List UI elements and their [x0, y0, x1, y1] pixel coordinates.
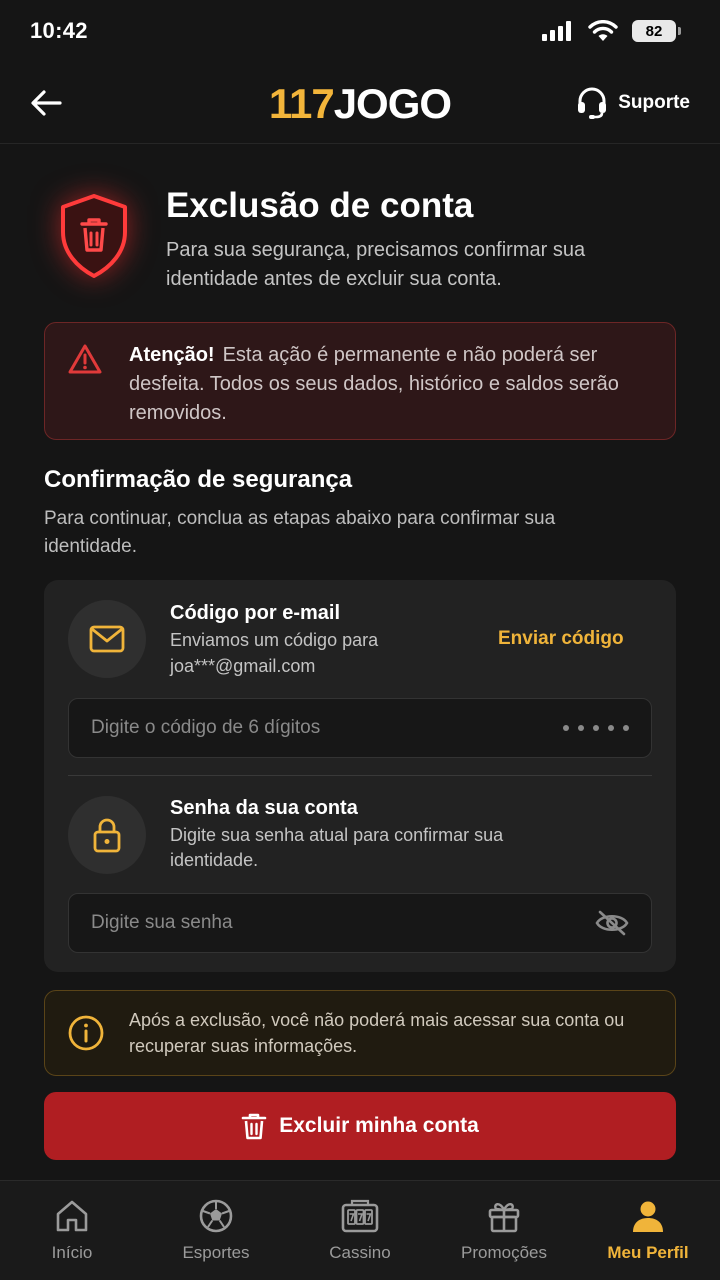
gift-icon — [488, 1203, 520, 1233]
logo-number: 117 — [268, 80, 335, 127]
support-button[interactable]: Suporte — [576, 86, 690, 120]
back-button[interactable] — [30, 83, 70, 123]
app-header: 117JOGO Suporte — [0, 62, 720, 144]
bottom-tab-bar: Início Esportes Cassino Promoções Meu Pe… — [0, 1180, 720, 1280]
page-title: Exclusão de conta — [166, 186, 474, 225]
soccer-ball-icon — [199, 1199, 233, 1233]
tab-esportes[interactable]: Esportes — [144, 1181, 288, 1280]
battery-indicator: 82 — [632, 20, 681, 42]
warning-banner: Atenção! Esta ação é permanente e não pod… — [44, 322, 676, 440]
battery-level: 82 — [645, 22, 663, 40]
info-banner: Após a exclusão, você não poderá mais ac… — [44, 990, 676, 1076]
password-input[interactable]: Digite sua senha — [68, 893, 652, 953]
logo-text: JOGO — [333, 80, 452, 127]
tab-label-cassino: Cassino — [329, 1243, 391, 1262]
email-step-line1: Enviamos um código para — [170, 630, 379, 650]
section-title: Confirmação de segurança — [44, 466, 353, 493]
card-divider — [68, 775, 652, 776]
password-input-placeholder: Digite sua senha — [91, 912, 233, 933]
warning-text: Atenção! Esta ação é permanente e não pod… — [129, 341, 649, 439]
email-step-title: Código por e-mail — [170, 602, 340, 624]
wifi-icon — [588, 20, 618, 41]
lock-icon — [68, 796, 146, 874]
tab-label-meu-perfil: Meu Perfil — [607, 1243, 689, 1262]
support-label: Suporte — [618, 91, 690, 113]
arrow-left-icon — [31, 89, 62, 116]
info-text: Após a exclusão, você não poderá mais ac… — [129, 1010, 625, 1056]
section-subtitle: Para continuar, conclua as etapas abaixo… — [44, 508, 556, 557]
shield-trash-icon — [44, 186, 144, 286]
tab-inicio[interactable]: Início — [0, 1181, 144, 1280]
page-hero: Exclusão de conta Para sua segurança, pr… — [44, 180, 676, 294]
code-dots — [563, 725, 629, 731]
headset-icon — [578, 87, 607, 119]
delete-account-label: Excluir minha conta — [279, 1114, 479, 1137]
user-icon — [633, 1201, 663, 1232]
tab-meu-perfil[interactable]: Meu Perfil — [576, 1181, 720, 1280]
signal-icon — [542, 21, 571, 41]
email-icon — [68, 600, 146, 678]
warning-label: Atenção! — [129, 344, 215, 366]
send-code-button[interactable]: Enviar código — [498, 628, 624, 650]
code-input-placeholder: Digite o código de 6 dígitos — [91, 717, 321, 738]
tab-label-promocoes: Promoções — [461, 1243, 547, 1262]
home-icon — [56, 1200, 88, 1232]
slot-machine-icon — [341, 1199, 379, 1233]
email-step-address: joa***@gmail.com — [170, 656, 316, 676]
password-step-description: Digite sua senha atual para confirmar su… — [170, 825, 504, 870]
page-subtitle: Para sua segurança, precisamos confirmar… — [166, 239, 586, 290]
warning-triangle-icon — [67, 343, 107, 439]
tab-promocoes[interactable]: Promoções — [432, 1181, 576, 1280]
status-bar: 10:42 82 — [0, 0, 720, 62]
info-icon — [68, 1015, 104, 1051]
eye-off-icon[interactable] — [595, 910, 629, 936]
trash-icon — [241, 1113, 267, 1140]
tab-label-esportes: Esportes — [182, 1243, 250, 1262]
code-input[interactable]: Digite o código de 6 dígitos — [68, 698, 652, 758]
status-icons: 82 — [542, 20, 681, 42]
tab-label-inicio: Início — [51, 1243, 93, 1262]
password-step-title: Senha da sua conta — [170, 797, 358, 819]
status-time: 10:42 — [30, 18, 88, 43]
verification-card: Código por e-mail Enviamos um código par… — [44, 580, 676, 972]
tab-cassino[interactable]: Cassino — [288, 1181, 432, 1280]
delete-account-button[interactable]: Excluir minha conta — [44, 1092, 676, 1160]
